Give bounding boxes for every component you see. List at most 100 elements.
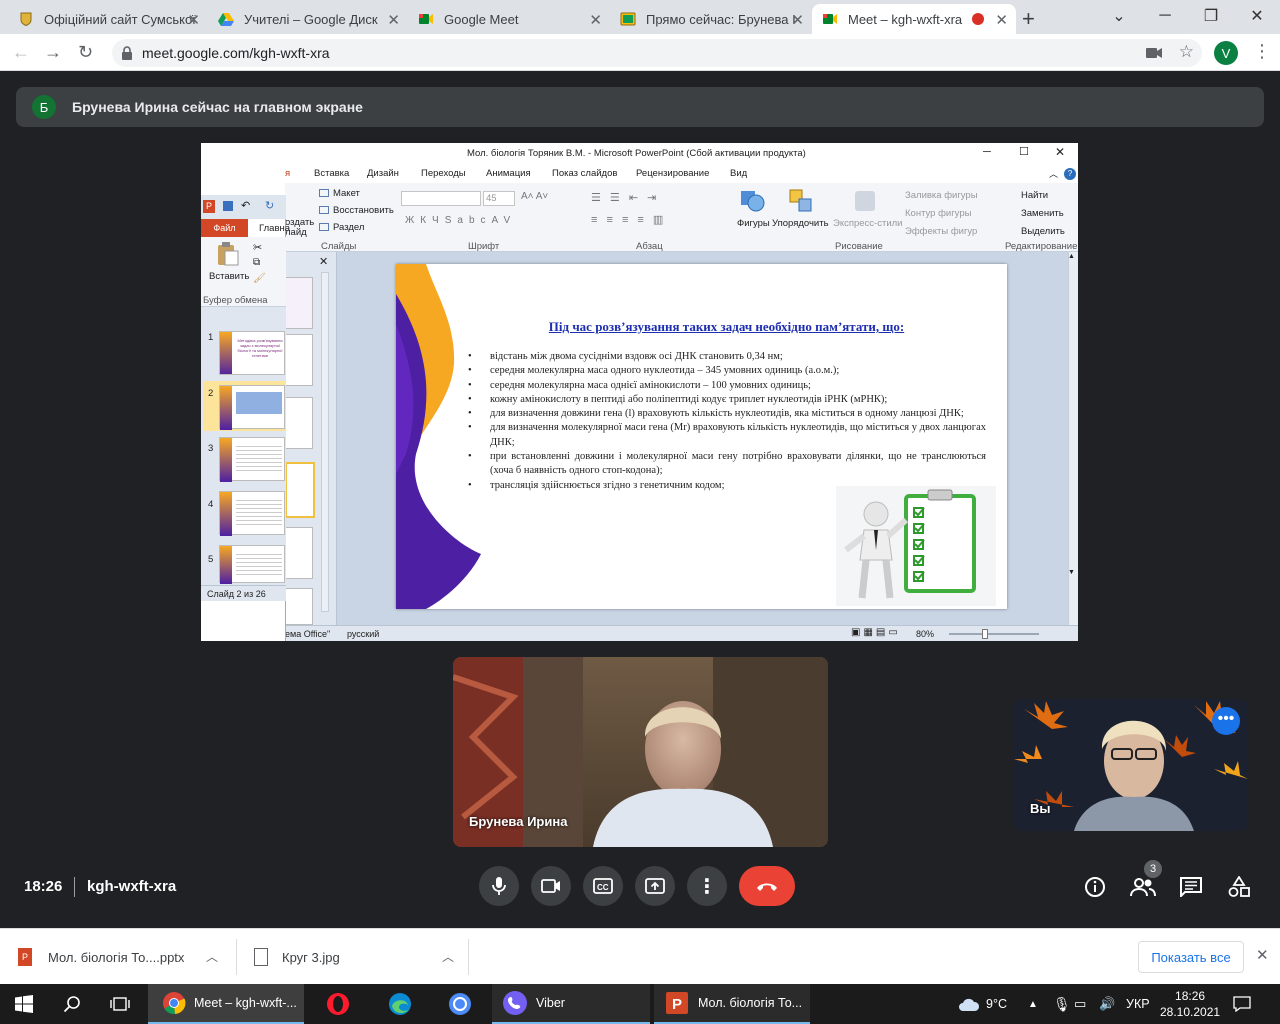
camera-button[interactable] xyxy=(531,866,571,906)
close-tab-icon[interactable]: ✕ xyxy=(187,11,200,29)
tab-google-drive[interactable]: Учителі – Google Диск ✕ xyxy=(208,4,408,34)
leave-call-button[interactable] xyxy=(739,866,795,906)
taskbar-edge[interactable] xyxy=(376,984,424,1024)
tab-sumy-site[interactable]: Офіційний сайт Сумської ✕ xyxy=(8,4,208,34)
ppt-tab-transitions: Переходы xyxy=(421,168,466,179)
scroll-down-icon: ▼ xyxy=(1068,569,1075,576)
start-button[interactable] xyxy=(0,984,48,1024)
forward-icon[interactable]: → xyxy=(44,42,62,63)
slide-bullet: • при встановленні довжини і молекулярної… xyxy=(468,451,986,477)
self-label: Вы xyxy=(1030,801,1051,816)
task-view-button[interactable] xyxy=(96,984,144,1024)
chat-button[interactable] xyxy=(1176,872,1206,902)
chevron-up-icon[interactable]: ︿ xyxy=(206,948,218,965)
search-button[interactable] xyxy=(48,984,96,1024)
powerpoint-app-icon: P xyxy=(203,200,215,213)
layout-icon xyxy=(319,189,329,197)
bookmark-star-icon[interactable]: ☆ xyxy=(1179,42,1194,62)
ppt-home-tab: Главна xyxy=(259,223,291,234)
microphone-tray-icon[interactable]: 🎙 xyxy=(1053,984,1071,1024)
ppt-slide-counter: Слайд 2 из 26 xyxy=(207,589,266,599)
close-shelf-icon[interactable]: ✕ xyxy=(1256,946,1269,964)
participant-tile-self[interactable]: ••• Вы xyxy=(1014,699,1248,831)
cut-icon: ✂ xyxy=(253,242,263,254)
ppt-group-font: Шрифт xyxy=(468,241,500,252)
microphone-button[interactable] xyxy=(479,866,519,906)
people-icon xyxy=(1130,878,1156,897)
close-tab-icon[interactable]: ✕ xyxy=(791,11,804,29)
activities-button[interactable] xyxy=(1224,872,1254,902)
tab-live-now[interactable]: Прямо сейчас: Брунева І ✕ xyxy=(610,4,812,34)
view-buttons-icon: ▣▦▤▭ xyxy=(851,627,901,638)
checklist-figure-illustration xyxy=(836,486,996,606)
camera-icon[interactable] xyxy=(1146,47,1162,59)
scroll-up-icon: ▲ xyxy=(1068,253,1075,260)
taskbar-powerpoint[interactable]: P Мол. біологія То... xyxy=(654,984,810,1024)
captions-button[interactable]: CC xyxy=(583,866,623,906)
info-icon xyxy=(1085,877,1105,897)
taskbar-viber[interactable]: Viber xyxy=(492,984,650,1024)
close-tab-icon[interactable]: ✕ xyxy=(589,11,602,29)
menu-kebab-icon[interactable]: ⋮ xyxy=(1253,41,1271,62)
profile-avatar[interactable]: V xyxy=(1214,41,1238,65)
tab-google-meet[interactable]: Google Meet ✕ xyxy=(408,4,610,34)
ppt-status-theme: ема Office" xyxy=(285,629,331,639)
slide-thumbnail-2 xyxy=(219,385,285,430)
pptx-file-icon: P xyxy=(18,948,32,966)
language-indicator[interactable]: УКР xyxy=(1126,984,1150,1024)
quick-styles-icon xyxy=(855,191,875,211)
thumb1-title: Методика розв'язування задач з молекуляр… xyxy=(237,338,283,358)
viber-icon xyxy=(503,991,527,1015)
download-item[interactable]: Круг 3.jpg ︿ xyxy=(254,929,466,985)
more-options-icon[interactable]: ••• xyxy=(1212,707,1240,735)
windows-taskbar: Meet – kgh-wxft-... Viber P Мол. біологі… xyxy=(0,984,1280,1024)
back-icon[interactable]: ← xyxy=(12,42,30,63)
ppt-tab-slideshow: Показ слайдов xyxy=(552,168,618,179)
font-grow-icon: A˄ A˅ xyxy=(521,191,549,202)
taskbar-opera[interactable] xyxy=(314,984,362,1024)
clock[interactable]: 18:26 28.10.2021 xyxy=(1160,984,1220,1024)
show-all-downloads-button[interactable]: Показать все xyxy=(1138,941,1244,973)
tab-title: Google Meet xyxy=(444,11,519,27)
ppt-status-language: русский xyxy=(347,629,380,639)
divider xyxy=(468,939,469,975)
ppt-help-icon: ? xyxy=(1064,168,1076,180)
ppt-file-tab: Файл xyxy=(201,219,248,237)
close-tab-icon[interactable]: ✕ xyxy=(995,11,1008,29)
svg-text:P: P xyxy=(672,996,682,1013)
tab-meet-active[interactable]: Meet – kgh-wxft-xra ✕ xyxy=(812,4,1016,34)
minimize-icon[interactable]: ─ xyxy=(1142,0,1188,32)
redo-icon: ↻ xyxy=(265,200,275,212)
list-icons: ☰ ☰ ⇤ ⇥ xyxy=(591,192,660,204)
tab-search-icon[interactable]: ⌄ xyxy=(1096,0,1142,32)
people-count-badge: 3 xyxy=(1144,860,1162,878)
weather-widget[interactable]: 9°C xyxy=(958,984,1007,1024)
close-window-icon[interactable]: ✕ xyxy=(1234,0,1280,32)
download-item[interactable]: P Мол. біологія То....pptx ︿ xyxy=(18,929,230,985)
reload-icon[interactable]: ↻ xyxy=(78,42,93,63)
align-icons: ≡ ≡ ≡ ≡ ▥ xyxy=(591,214,667,226)
tab-title: Прямо сейчас: Брунева І xyxy=(646,11,796,27)
meeting-code: kgh-wxft-xra xyxy=(87,878,177,895)
volume-icon[interactable]: 🔊 xyxy=(1099,984,1115,1024)
network-icon[interactable]: ▭ xyxy=(1074,984,1086,1024)
download-filename: Мол. біологія То....pptx xyxy=(48,949,185,965)
new-tab-icon[interactable]: + xyxy=(1022,6,1035,32)
slide-title: Під час розв’язування таких задач необхі… xyxy=(548,319,905,334)
chevron-up-icon[interactable]: ︿ xyxy=(442,948,454,965)
meeting-details-button[interactable] xyxy=(1080,872,1110,902)
present-button[interactable] xyxy=(635,866,675,906)
address-bar[interactable]: meet.google.com/kgh-wxft-xra ☆ xyxy=(112,39,1202,67)
thumb-number: 4 xyxy=(208,499,214,510)
taskbar-browser[interactable] xyxy=(436,984,484,1024)
participant-tile-main[interactable]: Брунева Ирина xyxy=(453,657,828,847)
close-pane-icon: ✕ xyxy=(319,256,329,268)
close-tab-icon[interactable]: ✕ xyxy=(387,11,400,29)
restore-icon[interactable]: ❐ xyxy=(1188,0,1234,32)
notifications-button[interactable] xyxy=(1230,984,1254,1024)
ppt-paste: Вставить xyxy=(209,271,250,282)
video-camera-icon xyxy=(541,879,560,893)
taskbar-chrome[interactable]: Meet – kgh-wxft-... xyxy=(148,984,304,1024)
more-options-button[interactable]: ⋮ xyxy=(687,866,727,906)
show-hidden-icons-icon[interactable]: ▲ xyxy=(1028,984,1038,1024)
